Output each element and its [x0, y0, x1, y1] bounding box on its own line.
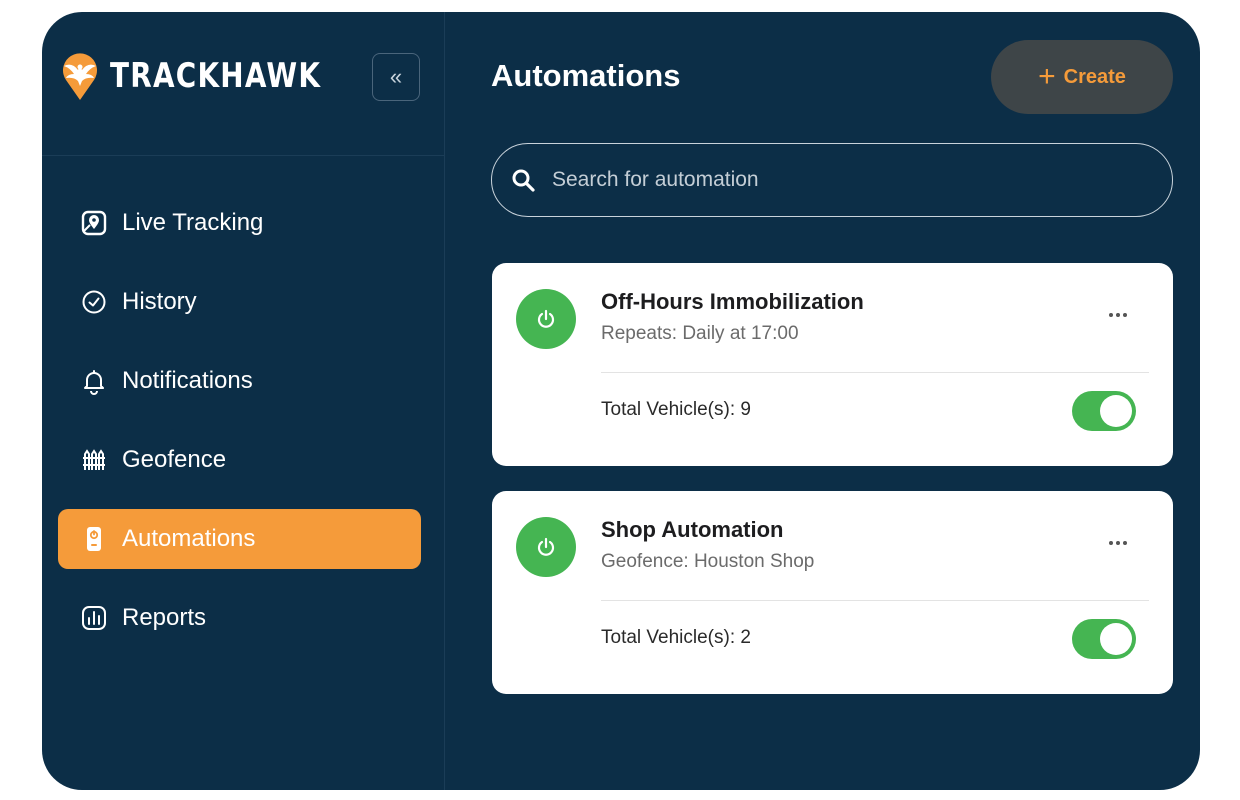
sidebar-item-automations[interactable]: Automations	[58, 509, 421, 569]
remote-icon	[80, 525, 108, 553]
bell-icon	[80, 367, 108, 395]
clock-icon	[80, 288, 108, 316]
sidebar-item-label: Automations	[122, 525, 256, 552]
power-button[interactable]	[516, 517, 576, 577]
sidebar-nav: Live Tracking History Notifications Geof…	[58, 193, 421, 667]
sidebar-divider	[42, 155, 444, 156]
more-options-button[interactable]	[1100, 303, 1136, 327]
automation-card[interactable]: Off-Hours Immobilization Repeats: Daily …	[492, 263, 1173, 466]
sidebar-item-geofence[interactable]: Geofence	[58, 430, 421, 490]
brand-name: TRACKHAWK	[110, 56, 322, 96]
automation-title: Off-Hours Immobilization	[601, 289, 864, 314]
sidebar-item-label: Reports	[122, 604, 207, 631]
sidebar: TRACKHAWK « Live Tracking History Notifi…	[42, 12, 445, 790]
power-icon	[537, 537, 555, 556]
brand[interactable]: TRACKHAWK	[56, 50, 368, 102]
hawk-logo-icon	[63, 53, 97, 100]
bar-chart-icon	[80, 604, 108, 632]
fence-icon	[80, 446, 108, 474]
dot	[1116, 313, 1120, 317]
dot	[1116, 541, 1120, 545]
vehicle-count: Total Vehicle(s): 9	[601, 399, 751, 420]
sidebar-item-label: Live Tracking	[122, 209, 264, 236]
automation-title: Shop Automation	[601, 517, 784, 542]
page-title: Automations	[491, 58, 681, 93]
sidebar-item-history[interactable]: History	[58, 272, 421, 332]
sidebar-item-notifications[interactable]: Notifications	[58, 351, 421, 411]
sidebar-item-reports[interactable]: Reports	[58, 588, 421, 648]
enable-toggle[interactable]	[1072, 391, 1136, 431]
power-button[interactable]	[516, 289, 576, 349]
dot	[1123, 313, 1127, 317]
sidebar-item-label: History	[122, 288, 197, 315]
app-window: TRACKHAWK « Live Tracking History Notifi…	[42, 12, 1200, 790]
enable-toggle[interactable]	[1072, 619, 1136, 659]
automation-schedule: Repeats: Daily at 17:00	[601, 323, 799, 344]
sidebar-item-live-tracking[interactable]: Live Tracking	[58, 193, 421, 253]
create-button-label: Create	[1063, 65, 1126, 88]
dot	[1123, 541, 1127, 545]
search-icon	[512, 169, 535, 192]
create-button[interactable]: + Create	[991, 40, 1173, 114]
search-bar	[491, 143, 1173, 217]
more-options-button[interactable]	[1100, 531, 1136, 555]
plus-icon: +	[1038, 60, 1056, 93]
dot	[1109, 541, 1113, 545]
card-divider	[601, 600, 1149, 601]
chevrons-left-icon: «	[389, 64, 403, 89]
automation-geofence: Geofence: Houston Shop	[601, 551, 815, 572]
card-divider	[601, 372, 1149, 373]
vehicle-count: Total Vehicle(s): 2	[601, 627, 751, 648]
dot	[1109, 313, 1113, 317]
map-pin-icon	[80, 209, 108, 237]
sidebar-item-label: Notifications	[122, 367, 253, 394]
sidebar-item-label: Geofence	[122, 446, 227, 473]
power-icon	[537, 309, 555, 328]
automation-card[interactable]: Shop Automation Geofence: Houston Shop T…	[492, 491, 1173, 694]
collapse-sidebar-button[interactable]: «	[372, 53, 420, 101]
search-input[interactable]	[550, 167, 1114, 193]
